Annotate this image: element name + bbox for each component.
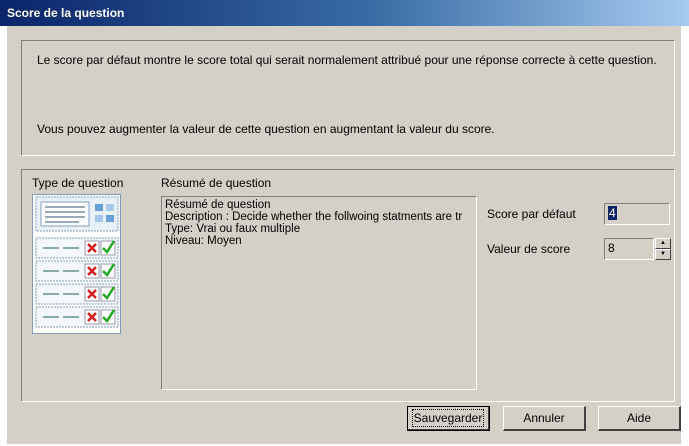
default-score-field[interactable]: 4: [604, 203, 670, 225]
info-text-increase-score: Vous pouvez augmenter la valeur de cette…: [37, 122, 495, 136]
score-spinner[interactable]: ▲ ▼: [655, 238, 671, 260]
row-3: [35, 283, 119, 305]
score-value: 8: [608, 241, 615, 255]
row-1: [35, 237, 119, 259]
question-type-image: [32, 194, 121, 334]
info-text-default-score: Le score par défaut montre le score tota…: [37, 53, 657, 67]
spin-up-button[interactable]: ▲: [655, 238, 671, 249]
summary-line: Résumé de question: [165, 199, 271, 211]
window-title-bar[interactable]: Score de la question: [0, 0, 689, 26]
dialog-body: Le score par défaut montre le score tota…: [7, 26, 681, 444]
score-value-label: Valeur de score: [487, 242, 571, 256]
score-value-input[interactable]: 8: [604, 238, 654, 260]
row-2: [35, 260, 119, 282]
true-false-multiple-icon: [35, 196, 119, 328]
cancel-button[interactable]: Annuler: [503, 406, 586, 431]
row-4: [35, 306, 119, 328]
save-button-label: Sauvegarder: [411, 409, 485, 427]
help-button-label: Aide: [626, 411, 652, 425]
spin-down-button[interactable]: ▼: [655, 249, 671, 260]
summary-label: Résumé de question: [161, 176, 272, 190]
question-panel: Type de question Résumé de question Résu…: [21, 169, 675, 402]
summary-line: Description : Decide whether the follwoi…: [165, 211, 463, 223]
summary-line: Type: Vrai ou faux multiple: [165, 223, 301, 235]
help-button[interactable]: Aide: [598, 406, 681, 431]
default-score-label: Score par défaut: [487, 207, 576, 221]
question-type-label: Type de question: [32, 176, 124, 190]
info-panel: Le score par défaut montre le score tota…: [21, 40, 675, 156]
cancel-button-label: Annuler: [523, 411, 565, 425]
summary-line: Niveau: Moyen: [165, 235, 242, 247]
default-score-value: 4: [608, 206, 617, 220]
summary-textbox[interactable]: Résumé de question Description : Decide …: [161, 196, 477, 390]
save-button[interactable]: Sauvegarder: [407, 406, 490, 431]
window-title: Score de la question: [7, 6, 125, 20]
